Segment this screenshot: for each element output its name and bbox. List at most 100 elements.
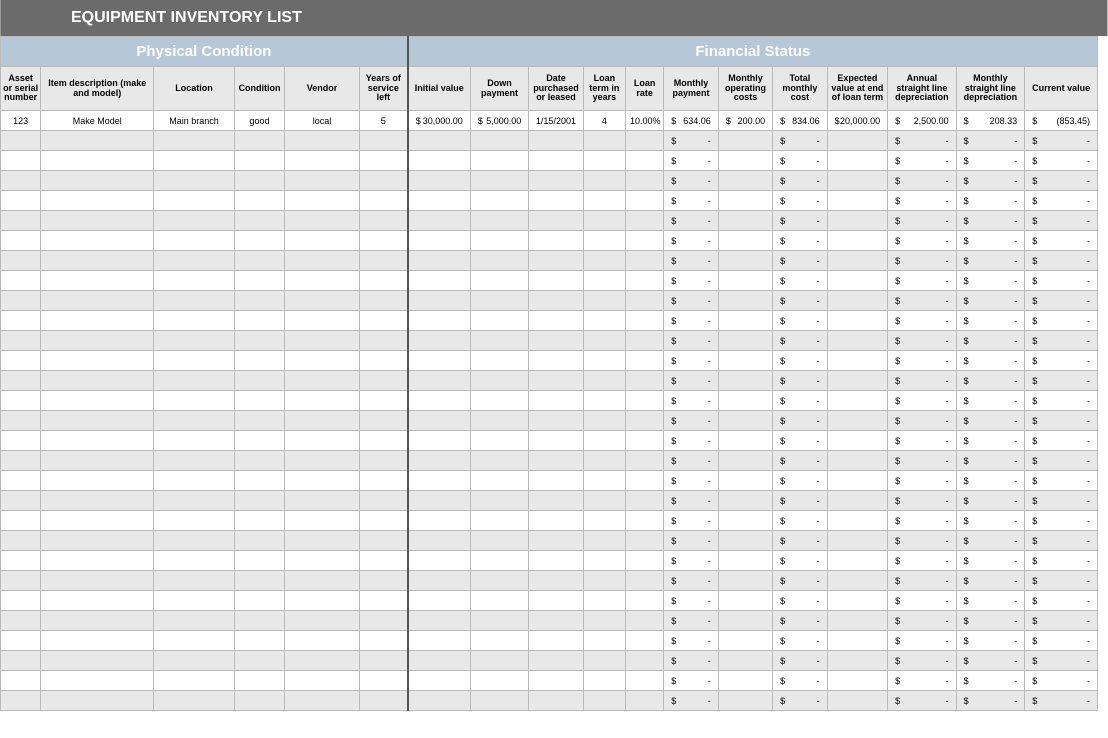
money-cell[interactable]: $- — [956, 531, 1025, 551]
empty-cell[interactable] — [827, 331, 887, 351]
money-cell[interactable]: $- — [956, 471, 1025, 491]
empty-cell[interactable] — [827, 671, 887, 691]
money-cell[interactable]: $- — [956, 391, 1025, 411]
empty-cell[interactable] — [154, 411, 235, 431]
money-cell[interactable]: $5,000.00 — [470, 111, 528, 131]
empty-cell[interactable] — [359, 291, 407, 311]
empty-cell[interactable] — [154, 131, 235, 151]
empty-cell[interactable] — [234, 551, 284, 571]
cell-term[interactable]: 4 — [583, 111, 625, 131]
empty-cell[interactable] — [718, 271, 772, 291]
money-cell[interactable]: $- — [773, 271, 827, 291]
empty-cell[interactable] — [626, 571, 664, 591]
money-cell[interactable]: $- — [664, 391, 718, 411]
money-cell[interactable]: $- — [1025, 531, 1098, 551]
empty-cell[interactable] — [718, 131, 772, 151]
money-cell[interactable]: $- — [888, 171, 957, 191]
empty-cell[interactable] — [718, 431, 772, 451]
money-cell[interactable]: $- — [773, 471, 827, 491]
empty-cell[interactable] — [285, 191, 360, 211]
money-cell[interactable]: $- — [1025, 151, 1098, 171]
empty-cell[interactable] — [234, 511, 284, 531]
empty-cell[interactable] — [827, 311, 887, 331]
empty-cell[interactable] — [529, 351, 583, 371]
empty-cell[interactable] — [154, 611, 235, 631]
money-cell[interactable]: $- — [956, 631, 1025, 651]
money-cell[interactable]: $- — [773, 571, 827, 591]
empty-cell[interactable] — [626, 191, 664, 211]
money-cell[interactable]: $- — [888, 471, 957, 491]
empty-cell[interactable] — [154, 491, 235, 511]
empty-cell[interactable] — [583, 191, 625, 211]
empty-cell[interactable] — [359, 231, 407, 251]
empty-cell[interactable] — [626, 331, 664, 351]
empty-cell[interactable] — [470, 551, 528, 571]
empty-cell[interactable] — [529, 471, 583, 491]
empty-cell[interactable] — [359, 531, 407, 551]
empty-cell[interactable] — [1, 271, 41, 291]
money-cell[interactable]: $- — [956, 551, 1025, 571]
empty-cell[interactable] — [41, 591, 154, 611]
empty-cell[interactable] — [718, 451, 772, 471]
empty-cell[interactable] — [359, 251, 407, 271]
empty-cell[interactable] — [408, 231, 471, 251]
money-cell[interactable]: $- — [888, 551, 957, 571]
empty-cell[interactable] — [359, 631, 407, 651]
empty-cell[interactable] — [583, 551, 625, 571]
empty-cell[interactable] — [41, 391, 154, 411]
empty-cell[interactable] — [626, 631, 664, 651]
empty-cell[interactable] — [359, 591, 407, 611]
empty-cell[interactable] — [626, 131, 664, 151]
money-cell[interactable]: $- — [956, 451, 1025, 471]
money-cell[interactable]: $- — [888, 531, 957, 551]
empty-cell[interactable] — [827, 231, 887, 251]
empty-cell[interactable] — [626, 551, 664, 571]
empty-cell[interactable] — [234, 631, 284, 651]
money-cell[interactable]: $- — [888, 251, 957, 271]
empty-cell[interactable] — [41, 431, 154, 451]
empty-cell[interactable] — [154, 571, 235, 591]
empty-cell[interactable] — [529, 371, 583, 391]
empty-cell[interactable] — [718, 331, 772, 351]
money-cell[interactable]: $- — [664, 571, 718, 591]
empty-cell[interactable] — [285, 651, 360, 671]
cell-vendor[interactable]: local — [285, 111, 360, 131]
money-cell[interactable]: $- — [773, 431, 827, 451]
empty-cell[interactable] — [718, 211, 772, 231]
empty-cell[interactable] — [41, 691, 154, 711]
money-cell[interactable]: $- — [664, 631, 718, 651]
money-cell[interactable]: $- — [773, 291, 827, 311]
empty-cell[interactable] — [529, 171, 583, 191]
empty-cell[interactable] — [529, 531, 583, 551]
empty-cell[interactable] — [827, 211, 887, 231]
money-cell[interactable]: $- — [1025, 231, 1098, 251]
empty-cell[interactable] — [359, 171, 407, 191]
empty-cell[interactable] — [583, 231, 625, 251]
empty-cell[interactable] — [359, 331, 407, 351]
empty-cell[interactable] — [234, 391, 284, 411]
empty-cell[interactable] — [408, 551, 471, 571]
empty-cell[interactable] — [470, 331, 528, 351]
money-cell[interactable]: $- — [956, 291, 1025, 311]
money-cell[interactable]: $- — [956, 671, 1025, 691]
money-cell[interactable]: $- — [956, 571, 1025, 591]
empty-cell[interactable] — [234, 651, 284, 671]
empty-cell[interactable] — [285, 531, 360, 551]
empty-cell[interactable] — [583, 391, 625, 411]
money-cell[interactable]: $- — [1025, 591, 1098, 611]
empty-cell[interactable] — [408, 611, 471, 631]
empty-cell[interactable] — [1, 331, 41, 351]
empty-cell[interactable] — [234, 351, 284, 371]
money-cell[interactable]: $- — [1025, 271, 1098, 291]
empty-cell[interactable] — [718, 471, 772, 491]
money-cell[interactable]: $- — [1025, 671, 1098, 691]
empty-cell[interactable] — [583, 311, 625, 331]
empty-cell[interactable] — [41, 251, 154, 271]
empty-cell[interactable] — [408, 311, 471, 331]
empty-cell[interactable] — [41, 411, 154, 431]
empty-cell[interactable] — [626, 511, 664, 531]
money-cell[interactable]: $- — [956, 191, 1025, 211]
money-cell[interactable]: $- — [664, 451, 718, 471]
empty-cell[interactable] — [41, 451, 154, 471]
money-cell[interactable]: $- — [773, 131, 827, 151]
